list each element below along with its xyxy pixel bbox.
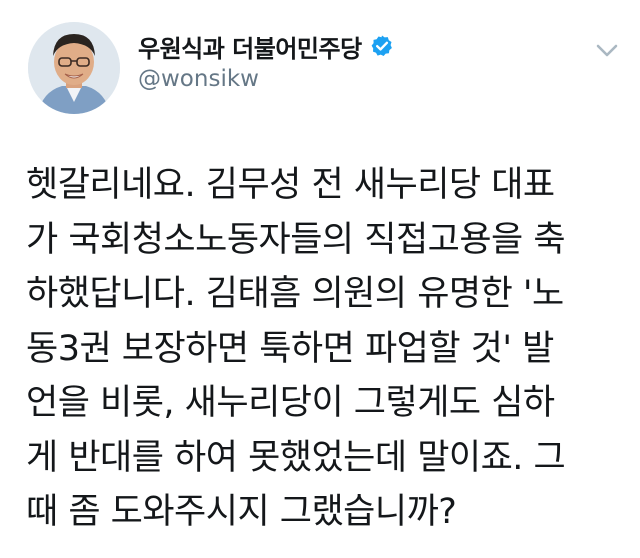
tweet-text: 헷갈리네요. 김무성 전 새누리당 대표 가 국회청소노동자들의 직접고용을 축…	[26, 158, 626, 540]
handle[interactable]: @wonsikw	[138, 66, 394, 92]
avatar[interactable]	[28, 22, 120, 114]
tweet-text-line: 때 좀 도와주시지 그랬습니까?	[26, 492, 457, 532]
tweet-text-line: 가 국회청소노동자들의 직접고용을 축	[26, 219, 566, 260]
tweet-card: 우원식과 더불어민주당 @wonsikw 헷갈리네요. 김무성 전 새누리당 대…	[0, 0, 640, 558]
chevron-down-icon[interactable]	[592, 40, 622, 62]
tweet-text-line: 게 반대를 하여 못했었는데 말이죠. 그	[26, 437, 566, 478]
tweet-text-line: 언을 비롯, 새누리당이 그렇게도 심하	[26, 383, 555, 423]
display-name[interactable]: 우원식과 더불어민주당	[138, 29, 362, 64]
verified-badge-icon	[370, 34, 394, 58]
tweet-text-line: 하했답니다. 김태흠 의원의 유명한 '노	[26, 274, 564, 314]
avatar-image	[28, 22, 120, 114]
tweet-text-line: 동3권 보장하면 툭하면 파업할 것' 발	[26, 328, 554, 369]
author-block: 우원식과 더불어민주당 @wonsikw	[138, 30, 394, 92]
name-row: 우원식과 더불어민주당	[138, 29, 394, 64]
tweet-text-line: 헷갈리네요. 김무성 전 새누리당 대표	[26, 165, 555, 205]
